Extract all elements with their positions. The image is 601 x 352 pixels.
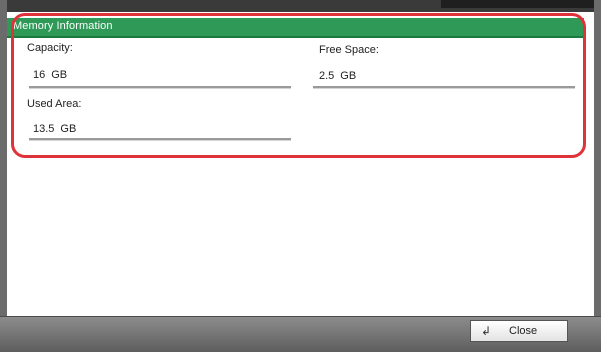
left-bezel xyxy=(0,0,7,351)
memory-information-dialog: Memory Information Capacity: 16 GB Free S… xyxy=(0,0,601,352)
close-button[interactable]: ↲ Close xyxy=(470,320,568,342)
highlight-outline xyxy=(11,13,586,158)
right-bezel xyxy=(594,0,601,351)
return-arrow-icon: ↲ xyxy=(480,324,492,338)
top-bezel-accent xyxy=(441,0,601,8)
close-button-label: Close xyxy=(509,325,538,337)
